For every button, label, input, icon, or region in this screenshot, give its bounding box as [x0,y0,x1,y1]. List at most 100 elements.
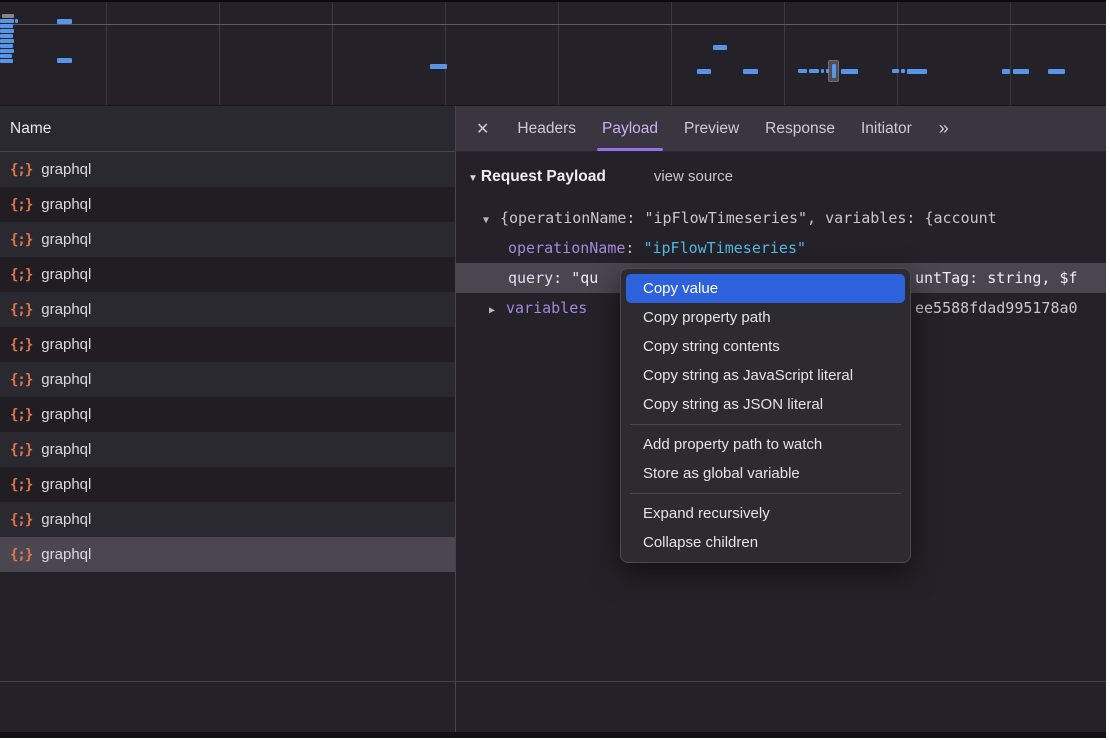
tab-headers[interactable]: Headers [517,106,576,151]
request-name: graphql [41,406,91,423]
overview-gridline [1010,0,1011,105]
json-file-icon: {;} [10,302,32,318]
menu-item-copy-value[interactable]: Copy value [626,274,905,303]
tab-response[interactable]: Response [765,106,835,151]
waterfall-bar[interactable] [907,69,927,74]
json-file-icon: {;} [10,547,32,563]
tab-preview[interactable]: Preview [684,106,739,151]
request-row[interactable]: {;} graphql [0,327,455,362]
overview-gridline [332,0,333,105]
waterfall-bar[interactable] [901,69,905,73]
waterfall-bar[interactable] [0,49,14,53]
overview-gridline [106,0,107,105]
request-row[interactable]: {;} graphql [0,222,455,257]
request-name: graphql [41,441,91,458]
menu-item-collapse-children[interactable]: Collapse children [626,528,905,557]
request-row[interactable]: {;}graphql [0,257,455,292]
tree-text: "ipFlowTimeseries" [643,239,806,257]
waterfall-bar[interactable] [2,14,14,18]
name-column-header[interactable]: Name [0,106,455,152]
waterfall-bar[interactable] [0,54,12,58]
waterfall-bar[interactable] [743,69,758,74]
payload-tree-row[interactable]: ▼{operationName: "ipFlowTimeseries", var… [456,203,1106,233]
tree-text: operationName [508,239,625,257]
request-row[interactable]: {;} graphql [0,432,455,467]
waterfall-bar[interactable] [1013,69,1029,74]
request-name: graphql [41,266,91,283]
waterfall-bar[interactable] [713,45,727,50]
waterfall-bar[interactable] [0,59,13,63]
tree-text-fragment: ee5588fdad995178a0 [915,293,1078,323]
disclosure-arrow[interactable]: ▼ [483,206,500,233]
tab-initiator[interactable]: Initiator [861,106,912,151]
payload-tree-row[interactable]: operationName: "ipFlowTimeseries" [456,233,1106,263]
top-edge [0,0,1106,2]
waterfall-bar[interactable] [57,19,72,24]
menu-item-copy-property-path[interactable]: Copy property path [626,303,905,332]
json-file-icon: {;} [10,512,32,528]
overview-gridline [219,0,220,105]
request-name: graphql [41,511,91,528]
request-row[interactable]: {;}graphql [0,152,455,187]
overview-gridline [897,0,898,105]
request-row[interactable]: {;}graphql [0,397,455,432]
request-name: graphql [41,196,91,213]
tab-payload[interactable]: Payload [602,106,658,151]
menu-item-copy-string-contents[interactable]: Copy string contents [626,332,905,361]
waterfall-bar[interactable] [430,64,447,69]
waterfall-bar[interactable] [821,69,824,73]
waterfall-bar[interactable] [809,69,819,73]
menu-item-copy-string-as-json-literal[interactable]: Copy string as JSON literal [626,390,905,419]
waterfall-bar[interactable] [15,19,18,23]
waterfall-bar[interactable] [832,64,836,78]
menu-item-add-property-path-to-watch[interactable]: Add property path to watch [626,430,905,459]
menu-item-expand-recursively[interactable]: Expand recursively [626,499,905,528]
waterfall-bar[interactable] [892,69,899,73]
overview-gridline [784,0,785,105]
waterfall-bar[interactable] [1048,69,1065,74]
waterfall-bar[interactable] [1002,69,1010,74]
waterfall-bar[interactable] [57,58,72,63]
devtools-network-panel: Name {;}graphql{;}graphql{;}graphql{;}gr… [0,0,1110,740]
waterfall-bar[interactable] [0,44,13,48]
waterfall-bar[interactable] [841,69,858,74]
json-file-icon: {;} [10,442,32,458]
menu-item-store-as-global-variable[interactable]: Store as global variable [626,459,905,488]
request-name: graphql [41,301,91,318]
request-row[interactable]: {;} graphql [0,502,455,537]
waterfall-bar[interactable] [0,29,14,33]
waterfall-bar[interactable] [798,69,807,73]
json-file-icon: {;} [10,337,32,353]
waterfall-bar[interactable] [0,39,14,43]
tabs-container: Headers Payload Preview Response Initiator [504,106,924,151]
waterfall-bar[interactable] [0,24,13,28]
json-file-icon: {;} [10,477,32,493]
waterfall-bar[interactable] [697,69,711,74]
waterfall-bar[interactable] [0,19,14,23]
request-name: graphql [41,231,91,248]
view-source-link[interactable]: view source [654,168,733,185]
waterfall-bar[interactable] [826,69,829,73]
request-name: graphql [41,336,91,353]
menu-item-copy-string-as-javascript-literal[interactable]: Copy string as JavaScript literal [626,361,905,390]
tree-text: variables [506,299,587,317]
disclosure-arrow[interactable]: ▶ [489,296,506,323]
close-icon[interactable]: ✕ [476,119,489,139]
network-overview[interactable] [0,0,1106,106]
waterfall-bar[interactable] [0,34,13,38]
more-tabs-icon[interactable]: » [939,118,947,139]
tree-text: : [625,239,643,257]
request-row[interactable]: {;}graphql [0,467,455,502]
tree-text: {operationName: "ipFlowTimeseries", vari… [500,209,997,227]
section-disclosure-arrow[interactable]: ▼ [468,173,478,184]
request-row[interactable]: {;}graphql [0,537,455,572]
request-row[interactable]: {;} graphql [0,292,455,327]
menu-separator [630,493,901,494]
json-file-icon: {;} [10,232,32,248]
request-row[interactable]: {;}graphql [0,362,455,397]
json-file-icon: {;} [10,197,32,213]
tree-text-fragment: untTag: string, $f [915,263,1078,293]
overview-midline [0,24,1106,25]
request-list: {;} graphql {;} graphql {;} graphql {;} graphql… [0,152,455,572]
request-row[interactable]: {;} graphql [0,187,455,222]
